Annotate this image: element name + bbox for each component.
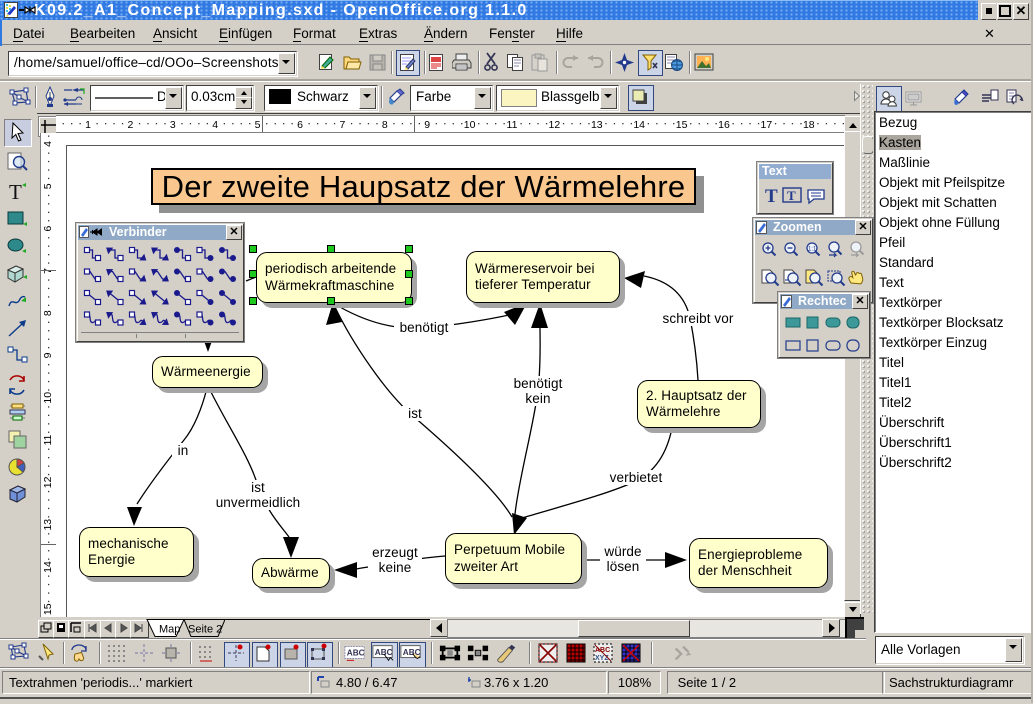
svg-text:XYZ: XYZ <box>595 655 609 662</box>
svg-text:10: 10 <box>464 119 476 131</box>
svg-text:11: 11 <box>507 119 518 131</box>
svg-text:Seite 2: Seite 2 <box>188 624 222 636</box>
svg-text:T: T <box>787 188 796 203</box>
svg-text:13: 13 <box>591 119 603 131</box>
svg-text:8: 8 <box>382 119 388 131</box>
svg-text:4: 4 <box>212 119 218 131</box>
svg-text:15: 15 <box>42 603 54 615</box>
svg-text:9: 9 <box>424 119 430 131</box>
svg-text:16: 16 <box>718 119 730 131</box>
svg-text:Map: Map <box>159 624 180 636</box>
svg-text:13: 13 <box>42 519 54 531</box>
svg-text:ABC: ABC <box>347 649 365 658</box>
svg-text:15: 15 <box>676 119 688 131</box>
svg-text:12: 12 <box>42 476 54 488</box>
svg-text:11: 11 <box>42 434 54 445</box>
svg-text:3: 3 <box>170 119 176 131</box>
svg-text:18: 18 <box>803 119 815 131</box>
svg-text:ABC: ABC <box>403 648 421 657</box>
svg-text:T: T <box>9 182 22 201</box>
svg-text:5: 5 <box>42 183 54 189</box>
svg-text:2: 2 <box>127 119 133 131</box>
svg-text:14: 14 <box>633 119 645 131</box>
svg-text:14: 14 <box>42 561 54 573</box>
svg-text:9: 9 <box>42 352 54 358</box>
svg-text:4: 4 <box>42 141 54 147</box>
svg-text:12: 12 <box>549 119 561 131</box>
svg-text:T: T <box>765 186 778 207</box>
svg-text:6: 6 <box>42 226 54 232</box>
svg-text:1:1: 1:1 <box>808 247 817 253</box>
svg-text:5: 5 <box>255 119 261 131</box>
svg-text:6: 6 <box>297 119 303 131</box>
svg-text:8: 8 <box>42 310 54 316</box>
svg-text:1: 1 <box>85 119 91 131</box>
svg-text:17: 17 <box>761 119 773 131</box>
svg-text:10: 10 <box>42 392 54 404</box>
svg-text:ABC: ABC <box>375 648 393 657</box>
svg-text:7: 7 <box>339 119 345 131</box>
